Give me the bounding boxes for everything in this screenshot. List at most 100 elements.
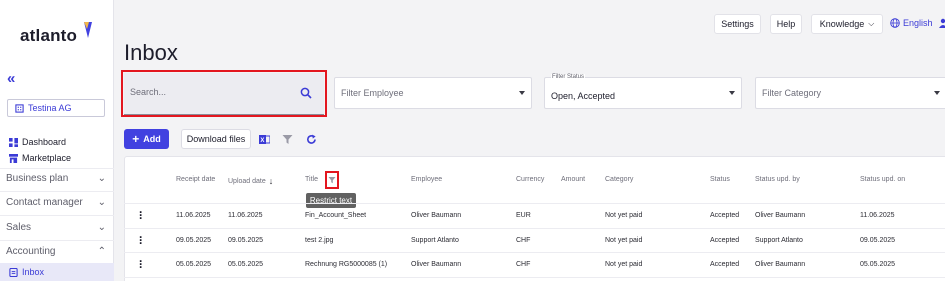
refresh-icon[interactable] (306, 134, 317, 145)
sidebar-section-accounting[interactable]: Accounting ⌃ (6, 246, 106, 257)
cell-currency: CHF (516, 261, 531, 268)
cell-category: Not yet paid (605, 261, 643, 268)
collapse-sidebar-icon[interactable]: « (7, 70, 15, 87)
cell-status-updated-on: 09.05.2025 (860, 237, 896, 244)
add-button[interactable]: + Add (124, 129, 169, 149)
knowledge-dropdown[interactable]: Knowledge ⌵ (811, 14, 883, 34)
header-category[interactable]: Category (605, 176, 633, 183)
cell-currency: EUR (516, 212, 531, 219)
cell-status-updated-by: Oliver Baumann (755, 212, 806, 219)
employee-filter-placeholder: Filter Employee (341, 88, 404, 98)
category-filter-placeholder: Filter Category (762, 88, 822, 98)
sidebar-item-inbox-label[interactable]: Inbox (9, 267, 44, 277)
sidebar-section-contact-manager[interactable]: Contact manager ⌄ (6, 197, 106, 208)
chevron-down-icon: ⌵ (868, 19, 875, 28)
status-filter-label: Filter Status (551, 74, 586, 80)
header-title[interactable]: Title (305, 176, 318, 183)
cell-employee: Oliver Baumann (411, 261, 462, 268)
cell-upload-date: 05.05.2025 (228, 261, 264, 268)
header-label: Status upd. by (755, 176, 800, 183)
cell-status-updated-by: Oliver Baumann (755, 261, 806, 268)
section-label: Accounting (6, 246, 56, 257)
settings-button[interactable]: Settings (714, 14, 761, 34)
chevron-up-icon: ⌃ (97, 246, 106, 257)
app-logo[interactable]: atlanto (20, 26, 77, 46)
language-label: English (903, 18, 933, 28)
add-label: Add (143, 134, 161, 144)
divider (0, 191, 114, 192)
chevron-down-icon: ⌄ (97, 197, 106, 208)
search-highlight-box (121, 70, 327, 117)
cell-status-updated-on: 05.05.2025 (860, 261, 896, 268)
svg-text:X: X (260, 138, 264, 144)
header-status-updated-on[interactable]: Status upd. on (860, 176, 905, 183)
header-upload-date[interactable]: Upload date ↓ (228, 176, 273, 186)
sidebar-item-label: Inbox (22, 267, 45, 277)
plus-icon: + (132, 132, 140, 146)
header-receipt-date[interactable]: Receipt date (176, 176, 215, 183)
header-label: Amount (561, 176, 586, 183)
sidebar-item-label: Marketplace (22, 153, 72, 163)
row-menu-icon[interactable]: · · · (139, 255, 143, 273)
caret-down-icon (519, 91, 525, 95)
header-label: Status (710, 176, 730, 183)
header-amount[interactable]: Amount (561, 176, 585, 183)
logo-mark-icon (84, 22, 92, 38)
building-icon (15, 103, 24, 113)
status-filter-value: Open, Accepted (551, 91, 616, 101)
row-menu-icon[interactable]: · · · (139, 231, 143, 249)
cell-employee: Oliver Baumann (411, 212, 462, 219)
cell-status: Accepted (710, 212, 740, 219)
employee-filter[interactable]: Filter Employee (334, 77, 532, 109)
divider (0, 240, 114, 241)
sidebar: atlanto « Testina AG Dashboard Marketpla… (0, 0, 114, 281)
status-filter[interactable]: Open, Accepted (544, 77, 742, 109)
row-divider (124, 277, 945, 278)
cell-category: Not yet paid (605, 212, 643, 219)
header-label: Receipt date (176, 176, 216, 183)
store-icon (9, 153, 18, 163)
row-menu-icon[interactable]: · · · (139, 206, 143, 224)
category-filter[interactable]: Filter Category (755, 77, 945, 109)
restrict-text-tooltip: Restrict text (306, 193, 356, 208)
company-selector[interactable]: Testina AG (7, 99, 105, 117)
language-selector[interactable]: English (890, 18, 933, 28)
header-employee[interactable]: Employee (411, 176, 442, 183)
column-filter-icon[interactable] (328, 176, 336, 184)
divider (0, 215, 114, 216)
cell-status: Accepted (710, 237, 740, 244)
cell-title[interactable]: Rechnung RG5000085 (1) (305, 261, 387, 268)
header-status[interactable]: Status (710, 176, 730, 183)
header-currency[interactable]: Currency (516, 176, 544, 183)
cell-receipt-date: 11.06.2025 (176, 212, 211, 219)
section-label: Sales (6, 222, 32, 233)
section-label: Business plan (6, 173, 69, 184)
row-divider (124, 252, 945, 253)
header-label: Employee (411, 176, 443, 183)
header-label: Category (605, 176, 634, 183)
sidebar-item-marketplace[interactable]: Marketplace (9, 153, 71, 163)
user-icon[interactable] (939, 18, 945, 28)
cell-currency: CHF (516, 237, 531, 244)
filter-icon[interactable] (282, 134, 293, 145)
chevron-down-icon: ⌄ (97, 222, 106, 233)
download-files-button[interactable]: Download files (181, 129, 251, 149)
grid-icon (9, 137, 18, 147)
header-label: Upload date (228, 177, 266, 185)
cell-employee: Support Atlanto (411, 237, 459, 244)
header-status-updated-by[interactable]: Status upd. by (755, 176, 800, 183)
sidebar-section-business-plan[interactable]: Business plan ⌄ (6, 173, 106, 184)
cell-title[interactable]: test 2.jpg (305, 237, 333, 244)
header-label: Currency (516, 176, 545, 183)
sidebar-item-label: Dashboard (22, 137, 67, 147)
excel-export-icon[interactable]: X (259, 134, 270, 145)
sidebar-section-sales[interactable]: Sales ⌄ (6, 222, 106, 233)
caret-down-icon (729, 91, 735, 95)
sidebar-item-dashboard[interactable]: Dashboard (9, 137, 66, 147)
cell-title[interactable]: Fin_Account_Sheet (305, 212, 366, 219)
help-button[interactable]: Help (770, 14, 802, 34)
cell-receipt-date: 05.05.2025 (176, 261, 212, 268)
globe-icon (890, 18, 900, 28)
company-name: Testina AG (28, 103, 72, 113)
cell-upload-date: 11.06.2025 (228, 212, 263, 219)
